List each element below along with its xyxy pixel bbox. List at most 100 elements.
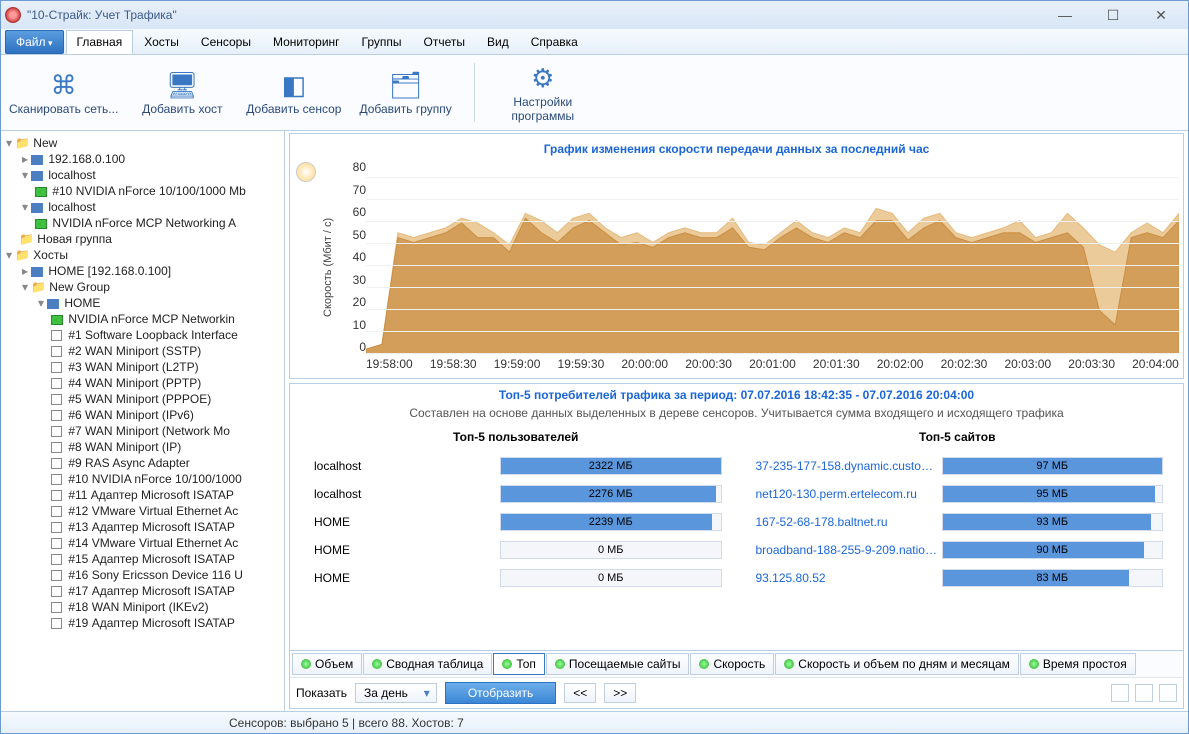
top-row[interactable]: 167-52-68-178.baltnet.ru93 МБ — [752, 508, 1164, 536]
top-row[interactable]: net120-130.perm.ertelecom.ru95 МБ — [752, 480, 1164, 508]
tree-item[interactable]: #11 Адаптер Microsoft ISATAP — [3, 487, 282, 503]
row-bar: 0 МБ — [500, 541, 722, 559]
save-icon[interactable] — [1135, 684, 1153, 702]
tree-item[interactable]: #17 Адаптер Microsoft ISATAP — [3, 583, 282, 599]
close-button[interactable]: ✕ — [1138, 4, 1184, 26]
tree-item[interactable]: ▸ HOME [192.168.0.100] — [3, 263, 282, 279]
top-users-head: Топ-5 пользователей — [310, 426, 722, 452]
sensor-tree[interactable]: ▾📁 New▸ 192.168.0.100▾ localhost #10 NVI… — [1, 131, 285, 711]
settings-label-2: программы — [511, 109, 574, 123]
row-label[interactable]: broadband-188-255-9-209.nationalcabl — [752, 543, 942, 557]
tree-item[interactable]: #15 Адаптер Microsoft ISATAP — [3, 551, 282, 567]
tree-item[interactable]: #2 WAN Miniport (SSTP) — [3, 343, 282, 359]
row-label[interactable]: net120-130.perm.ertelecom.ru — [752, 487, 942, 501]
tree-item[interactable]: #19 Адаптер Microsoft ISATAP — [3, 615, 282, 631]
tree-item[interactable]: NVIDIA nForce MCP Networkin — [3, 311, 282, 327]
settings-button[interactable]: ⚙ Настройки программы — [497, 59, 589, 126]
settings-label-1: Настройки — [513, 95, 572, 109]
show-label: Показать — [296, 686, 347, 700]
top5-pane: Топ-5 потребителей трафика за период: 07… — [289, 383, 1184, 709]
top-sites-head: Топ-5 сайтов — [752, 426, 1164, 452]
top-row[interactable]: localhost2276 МБ — [310, 480, 722, 508]
row-label[interactable]: 167-52-68-178.baltnet.ru — [752, 515, 942, 529]
tree-item[interactable]: #7 WAN Miniport (Network Mo — [3, 423, 282, 439]
menu-tab-4[interactable]: Группы — [351, 30, 413, 54]
row-label[interactable]: 37-235-177-158.dynamic.customer.lant — [752, 459, 942, 473]
chart-yaxis: 80706050403020100 — [336, 160, 366, 374]
menu-tab-5[interactable]: Отчеты — [413, 30, 476, 54]
top-row[interactable]: 37-235-177-158.dynamic.customer.lant97 М… — [752, 452, 1164, 480]
tree-item[interactable]: #6 WAN Miniport (IPv6) — [3, 407, 282, 423]
tree-item[interactable]: NVIDIA nForce MCP Networking A — [3, 215, 282, 231]
zoom-icon[interactable] — [296, 162, 316, 182]
top-row[interactable]: localhost2322 МБ — [310, 452, 722, 480]
add-host-button[interactable]: 🖥 Добавить хост — [136, 59, 228, 126]
titlebar: "10-Страйк: Учет Трафика" — ☐ ✕ — [1, 1, 1188, 29]
top-row[interactable]: broadband-188-255-9-209.nationalcabl90 М… — [752, 536, 1164, 564]
row-bar: 97 МБ — [942, 457, 1164, 475]
tree-item[interactable]: #10 NVIDIA nForce 10/100/1000 — [3, 471, 282, 487]
tree-item[interactable]: #14 VMware Virtual Ethernet Ac — [3, 535, 282, 551]
scan-network-button[interactable]: ⌘ Сканировать сеть... — [9, 59, 118, 126]
tree-item[interactable]: ▾ HOME — [3, 295, 282, 311]
menu-tab-6[interactable]: Вид — [476, 30, 520, 54]
menu-tab-7[interactable]: Справка — [520, 30, 589, 54]
top-row[interactable]: HOME0 МБ — [310, 536, 722, 564]
tree-item[interactable]: #10 NVIDIA nForce 10/100/1000 Mb — [3, 183, 282, 199]
top5-subtitle: Составлен на основе данных выделенных в … — [290, 406, 1183, 426]
add-host-label: Добавить хост — [142, 102, 222, 116]
top-row[interactable]: HOME0 МБ — [310, 564, 722, 592]
tree-item[interactable]: #3 WAN Miniport (L2TP) — [3, 359, 282, 375]
menu-tab-0[interactable]: Главная — [66, 30, 134, 54]
tree-item[interactable]: #1 Software Loopback Interface — [3, 327, 282, 343]
view-tab-5[interactable]: Скорость и объем по дням и месяцам — [775, 653, 1019, 675]
add-group-button[interactable]: 🗂 Добавить группу — [359, 59, 451, 126]
view-tab-2[interactable]: Топ — [493, 653, 545, 675]
tree-item[interactable]: #18 WAN Miniport (IKEv2) — [3, 599, 282, 615]
tree-item[interactable]: #13 Адаптер Microsoft ISATAP — [3, 519, 282, 535]
tree-item[interactable]: #8 WAN Miniport (IP) — [3, 439, 282, 455]
row-label[interactable]: 93.125.80.52 — [752, 571, 942, 585]
network-icon: ⌘ — [44, 70, 84, 102]
add-sensor-button[interactable]: ◧ Добавить сенсор — [246, 59, 341, 126]
tree-item[interactable]: ▾📁 New — [3, 135, 282, 151]
chart-ylabel: Скорость (Мбит / с) — [320, 160, 336, 374]
scan-label: Сканировать сеть... — [9, 102, 118, 116]
view-tab-6[interactable]: Время простоя — [1020, 653, 1136, 675]
menu-tab-2[interactable]: Сенсоры — [190, 30, 262, 54]
tree-item[interactable]: #5 WAN Miniport (PPPOE) — [3, 391, 282, 407]
row-bar: 95 МБ — [942, 485, 1164, 503]
copy-icon[interactable] — [1159, 684, 1177, 702]
minimize-button[interactable]: — — [1042, 4, 1088, 26]
view-tab-1[interactable]: Сводная таблица — [363, 653, 492, 675]
add-group-label: Добавить группу — [359, 102, 451, 116]
dot-icon — [555, 659, 565, 669]
file-menu[interactable]: Файл — [5, 30, 64, 54]
top-row[interactable]: 93.125.80.5283 МБ — [752, 564, 1164, 592]
tree-item[interactable]: ▾ localhost — [3, 199, 282, 215]
tree-item[interactable]: #9 RAS Async Adapter — [3, 455, 282, 471]
tree-item[interactable]: ▾📁 Хосты — [3, 247, 282, 263]
view-tab-0[interactable]: Объем — [292, 653, 362, 675]
tree-item[interactable]: ▾📁 New Group — [3, 279, 282, 295]
maximize-button[interactable]: ☐ — [1090, 4, 1136, 26]
menu-tab-1[interactable]: Хосты — [133, 30, 190, 54]
tree-item[interactable]: 📁 Новая группа — [3, 231, 282, 247]
tree-item[interactable]: ▸ 192.168.0.100 — [3, 151, 282, 167]
tree-item[interactable]: ▾ localhost — [3, 167, 282, 183]
view-tab-4[interactable]: Скорость — [690, 653, 774, 675]
top5-title: Топ-5 потребителей трафика за период: 07… — [290, 384, 1183, 406]
tree-item[interactable]: #12 VMware Virtual Ethernet Ac — [3, 503, 282, 519]
tree-item[interactable]: #4 WAN Miniport (PPTP) — [3, 375, 282, 391]
view-tab-3[interactable]: Посещаемые сайты — [546, 653, 690, 675]
row-label: localhost — [310, 487, 500, 501]
next-button[interactable]: >> — [604, 683, 636, 703]
row-bar: 93 МБ — [942, 513, 1164, 531]
menu-tab-3[interactable]: Мониторинг — [262, 30, 351, 54]
prev-button[interactable]: << — [564, 683, 596, 703]
period-combo[interactable]: За день — [355, 683, 437, 703]
top-row[interactable]: HOME2239 МБ — [310, 508, 722, 536]
print-icon[interactable] — [1111, 684, 1129, 702]
display-button[interactable]: Отобразить — [445, 682, 556, 704]
tree-item[interactable]: #16 Sony Ericsson Device 116 U — [3, 567, 282, 583]
